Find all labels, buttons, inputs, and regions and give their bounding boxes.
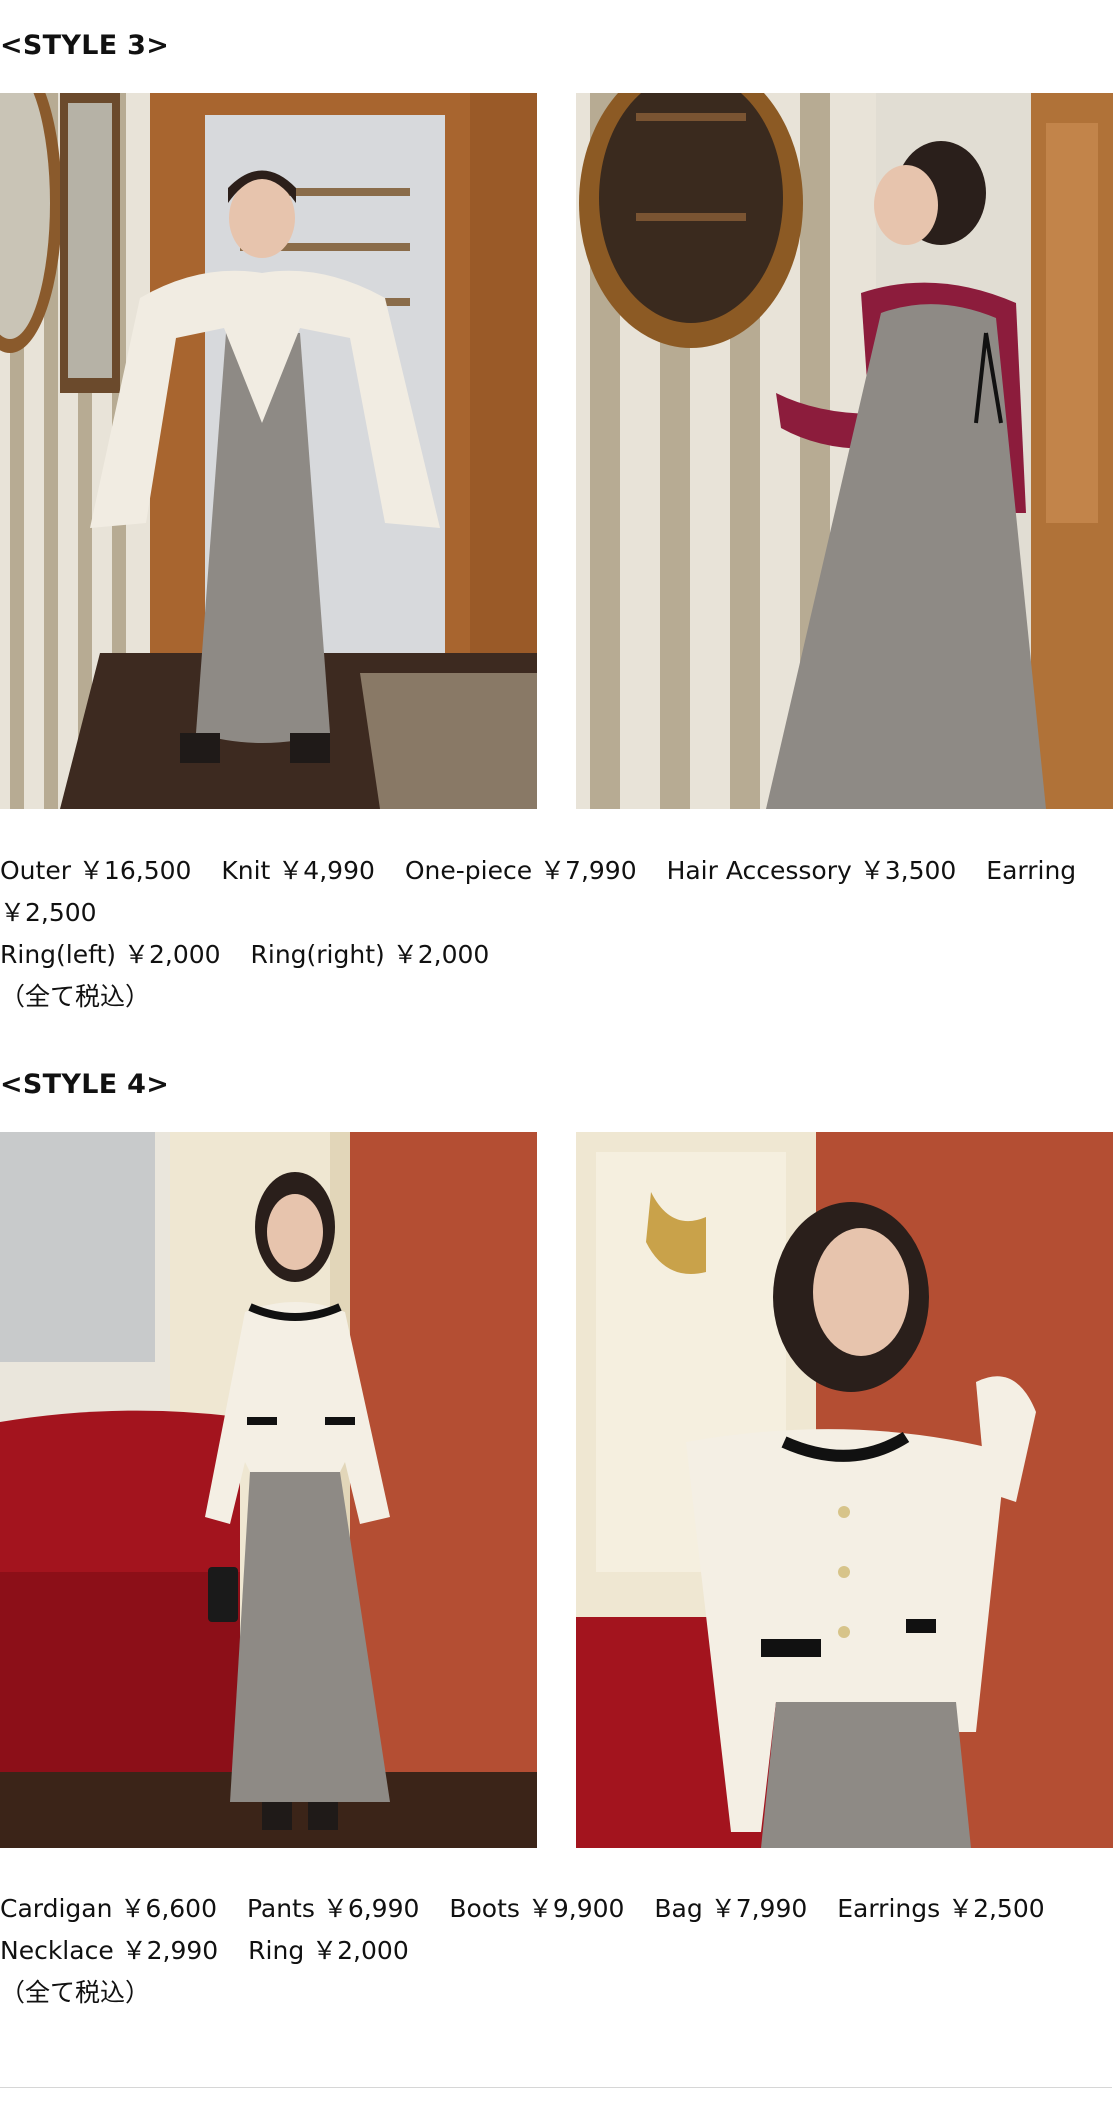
price-item: Ring(left) ￥2,000 [0,940,221,969]
price-item: Ring(right) ￥2,000 [250,940,490,969]
price-item: Pants ￥6,990 [246,1894,420,1923]
style-3-front-photo [0,93,537,809]
price-item: Boots ￥9,900 [449,1894,625,1923]
style-3-back-photo [576,93,1113,809]
tax-note: （全て税込） [0,1978,151,2007]
price-item: Outer ￥16,500 [0,856,192,885]
price-item: Hair Accessory ￥3,500 [666,856,957,885]
style-4-price-list: Cardigan ￥6,600 Pants ￥6,990 Boots ￥9,90… [0,1888,1112,2014]
price-item: Cardigan ￥6,600 [0,1894,217,1923]
style-4-title: <STYLE 4> [0,1069,170,1100]
style-4-closeup-photo [576,1132,1113,1848]
section-divider [0,2087,1112,2088]
style-3-price-list: Outer ￥16,500 Knit ￥4,990 One-piece ￥7,9… [0,850,1112,1018]
price-item: Ring ￥2,000 [248,1936,409,1965]
tax-note: （全て税込） [0,982,151,1011]
style-3-title: <STYLE 3> [0,30,170,61]
style-4-fullbody-photo [0,1132,537,1848]
price-item: Bag ￥7,990 [654,1894,808,1923]
price-item: Earrings ￥2,500 [837,1894,1045,1923]
price-item: One-piece ￥7,990 [404,856,637,885]
price-item: Knit ￥4,990 [221,856,375,885]
price-item: Necklace ￥2,990 [0,1936,219,1965]
